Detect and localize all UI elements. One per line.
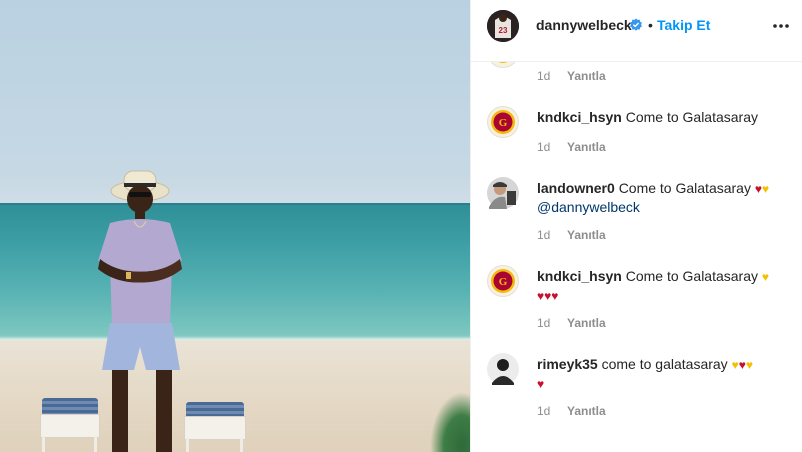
red-heart-icon: ♥ [551, 289, 559, 303]
jersey-icon: 23 [487, 10, 519, 42]
separator-dot: • [648, 17, 653, 33]
comment-username[interactable]: kndkci_hsyn [537, 109, 622, 125]
svg-text:G: G [499, 117, 508, 129]
comment-body: Come to Galatasaray [625, 109, 759, 125]
comment-text: rimeyk35 come to galatasaray ♥♥♥ ♥ [537, 355, 787, 393]
comment-text: kndkci_hsyn Come to Galatasaray ♥ ♥♥♥ [537, 267, 787, 305]
commenter-avatar[interactable] [487, 62, 519, 68]
comment-body: Come to Galatasaray [625, 268, 759, 284]
reply-button[interactable]: Yanıtla [567, 69, 606, 83]
yellow-heart-icon: ♥ [761, 270, 770, 284]
reply-button[interactable]: Yanıtla [567, 228, 606, 242]
jersey-number: 23 [499, 26, 508, 35]
verified-badge-icon [630, 18, 642, 31]
comment-time: 1d [537, 140, 551, 154]
galatasaray-logo-icon [490, 62, 516, 68]
comment-username[interactable]: kndkci_hsyn [537, 268, 622, 284]
reply-button[interactable]: Yanıtla [567, 404, 606, 418]
commenter-avatar[interactable] [487, 177, 519, 209]
red-heart-icon: ♥ [754, 182, 762, 196]
comment-username[interactable]: landowner0 [537, 180, 615, 196]
galatasaray-logo-icon: G [487, 106, 519, 138]
post-photo[interactable] [0, 0, 470, 452]
red-heart-icon: ♥ [738, 358, 746, 372]
commenter-avatar[interactable]: G [487, 106, 519, 138]
galatasaray-logo-icon: G [487, 265, 519, 297]
comment-username[interactable]: rimeyk35 [537, 356, 598, 372]
yellow-heart-icon: ♥ [762, 182, 770, 196]
comment-text: landowner0 Come to Galatasaray ♥♥ @danny… [537, 179, 787, 216]
post-header: 23 dannywelbeck • Takip Et [471, 0, 802, 62]
reply-button[interactable]: Yanıtla [567, 140, 606, 154]
beach-chair-right [182, 400, 248, 452]
comment-time: 1d [537, 316, 551, 330]
more-options-icon[interactable] [771, 17, 791, 35]
plant-leaves [430, 392, 470, 452]
person-avatar-icon [487, 177, 519, 209]
reply-button[interactable]: Yanıtla [567, 316, 606, 330]
comment-body: come to galatasaray [601, 356, 728, 372]
sea [0, 203, 470, 348]
comments-list[interactable]: 1d Yanıtla G kndkci_hsyn Come to Galatas… [471, 62, 802, 452]
comment-time: 1d [537, 404, 551, 418]
follow-button[interactable]: Takip Et [657, 17, 710, 33]
person-avatar-icon [487, 353, 519, 385]
comment-time: 1d [537, 228, 551, 242]
commenter-avatar[interactable]: G [487, 265, 519, 297]
svg-text:G: G [499, 276, 508, 288]
person-figure [98, 170, 182, 452]
horizon-line [0, 203, 470, 205]
yellow-heart-icon: ♥ [731, 358, 739, 372]
post-username[interactable]: dannywelbeck [536, 17, 632, 33]
red-heart-icon: ♥ [537, 377, 545, 391]
mention-link[interactable]: @dannywelbeck [537, 199, 640, 215]
comment-text: kndkci_hsyn Come to Galatasaray [537, 108, 787, 126]
comment-body: Come to Galatasaray [618, 180, 751, 196]
comments-panel: 23 dannywelbeck • Takip Et 1d Yanıtla G … [470, 0, 802, 452]
commenter-avatar[interactable] [487, 353, 519, 385]
profile-avatar[interactable]: 23 [487, 10, 519, 42]
comment-time: 1d [537, 69, 551, 83]
yellow-heart-icon: ♥ [745, 358, 753, 372]
